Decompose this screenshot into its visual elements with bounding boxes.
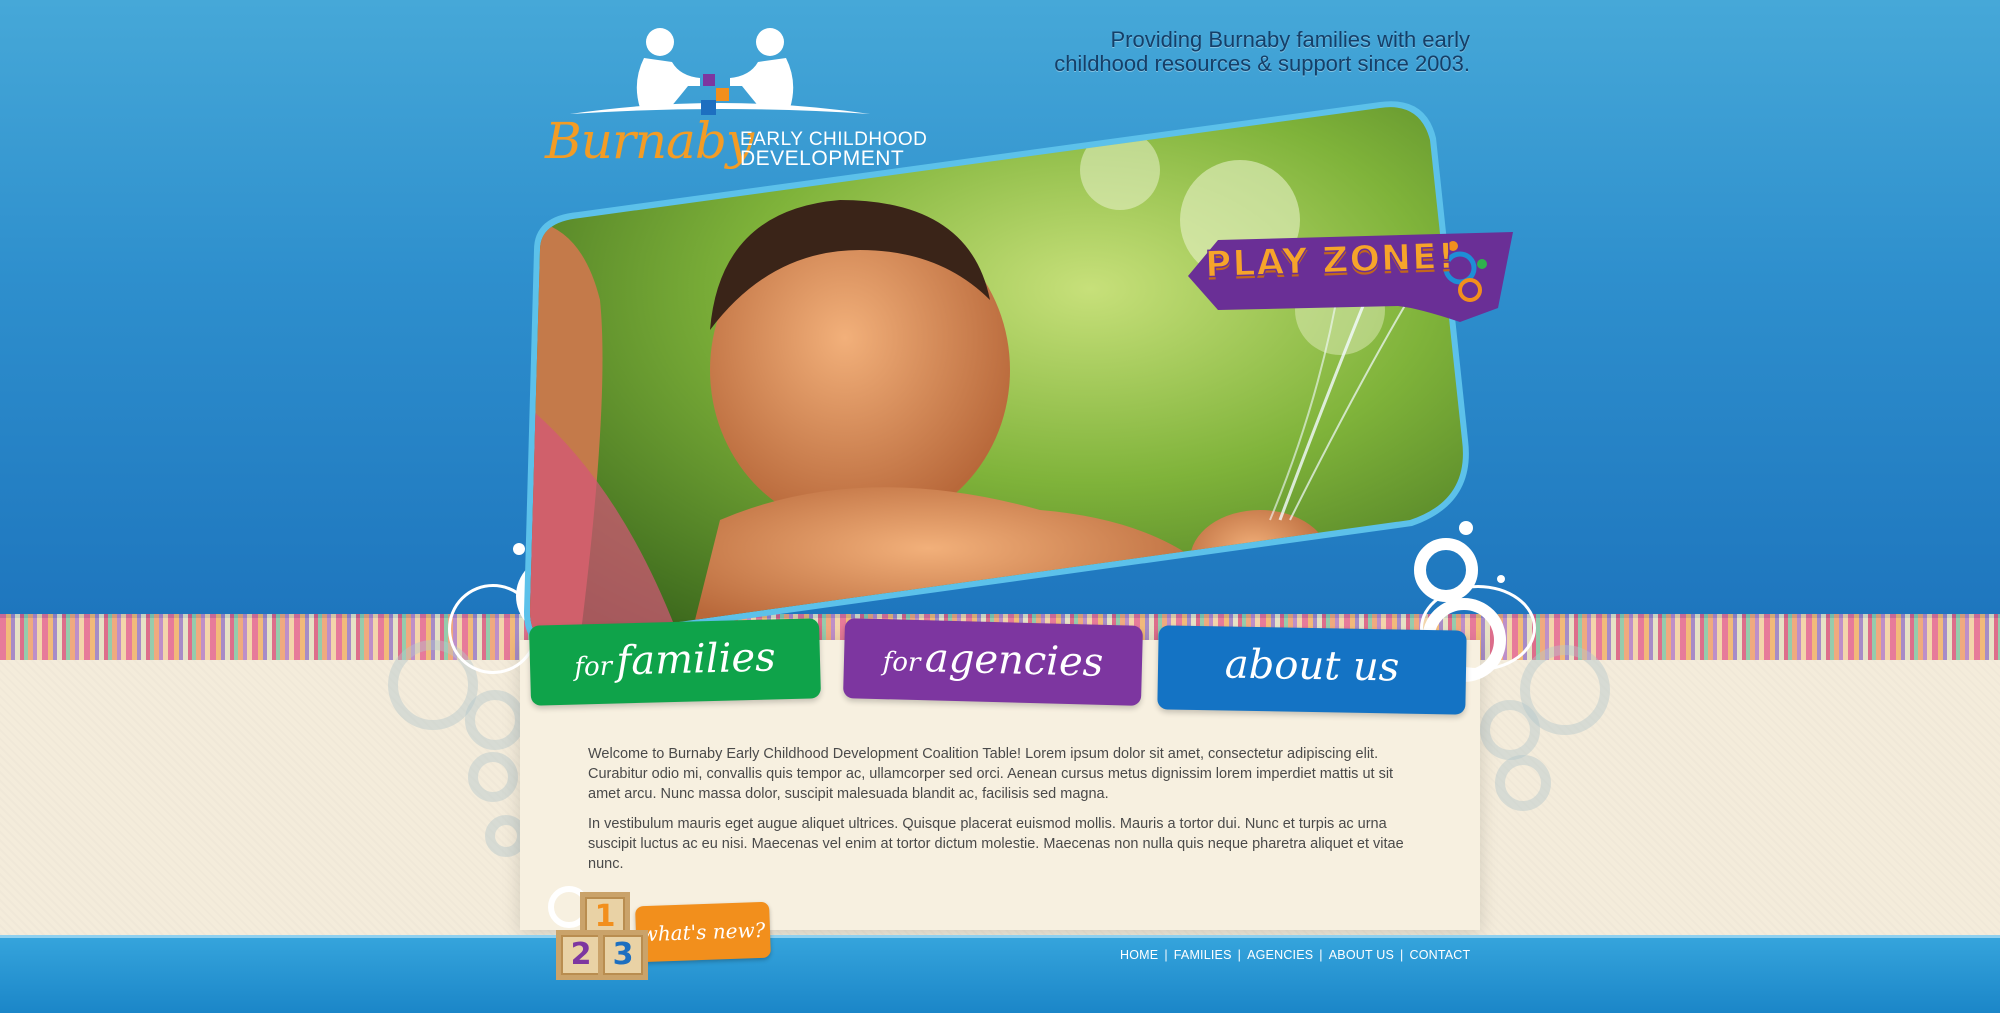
tagline: Providing Burnaby families with early ch…	[1020, 28, 1470, 76]
tab-for-agencies[interactable]: for agencies	[843, 618, 1143, 706]
tab-for-families[interactable]: for families	[529, 618, 821, 706]
decorative-ring	[1495, 755, 1551, 811]
tagline-line1: Providing Burnaby families with early	[1110, 27, 1471, 52]
tab-label-main: about us	[1224, 641, 1400, 691]
footer-nav: HOME | FAMILIES | AGENCIES | ABOUT US | CONTACT	[1120, 948, 1470, 962]
tab-label: about us	[1224, 641, 1399, 690]
tab-label: for agencies	[882, 634, 1104, 686]
tab-label-small: for	[574, 651, 613, 683]
nav-separator: |	[1164, 948, 1168, 962]
nav-separator: |	[1237, 948, 1242, 962]
footer-link-contact[interactable]: CONTACT	[1409, 948, 1470, 962]
paragraph: Welcome to Burnaby Early Childhood Devel…	[588, 746, 1394, 802]
tab-label-main: agencies	[924, 635, 1104, 686]
footer-link-families[interactable]: FAMILIES	[1174, 948, 1232, 962]
tab-label-small: for	[882, 647, 921, 679]
footer-link-agencies[interactable]: AGENCIES	[1247, 948, 1313, 962]
tab-label: for families	[574, 634, 776, 685]
decorative-ring	[468, 752, 518, 802]
footer-bar	[0, 935, 2000, 1013]
tagline-line2: childhood resources & support since 2003…	[1054, 51, 1470, 76]
alphabet-block-icon: 3	[598, 930, 648, 980]
nav-separator: |	[1400, 948, 1404, 962]
decorative-dot	[1497, 575, 1505, 583]
welcome-text: Welcome to Burnaby Early Childhood Devel…	[588, 744, 1408, 884]
nav-separator: |	[1319, 948, 1323, 962]
decorative-ring	[1480, 700, 1540, 760]
footer-link-about-us[interactable]: ABOUT US	[1329, 948, 1394, 962]
tab-label-main: families	[615, 634, 777, 685]
hero-photo	[524, 101, 1469, 640]
decorative-ring	[465, 690, 525, 750]
whats-new-button[interactable]: what's new?	[635, 901, 771, 963]
paragraph: In vestibulum mauris eget augue aliquet …	[588, 816, 1404, 872]
tab-about-us[interactable]: about us	[1157, 625, 1467, 715]
footer-link-home[interactable]: HOME	[1120, 948, 1158, 962]
